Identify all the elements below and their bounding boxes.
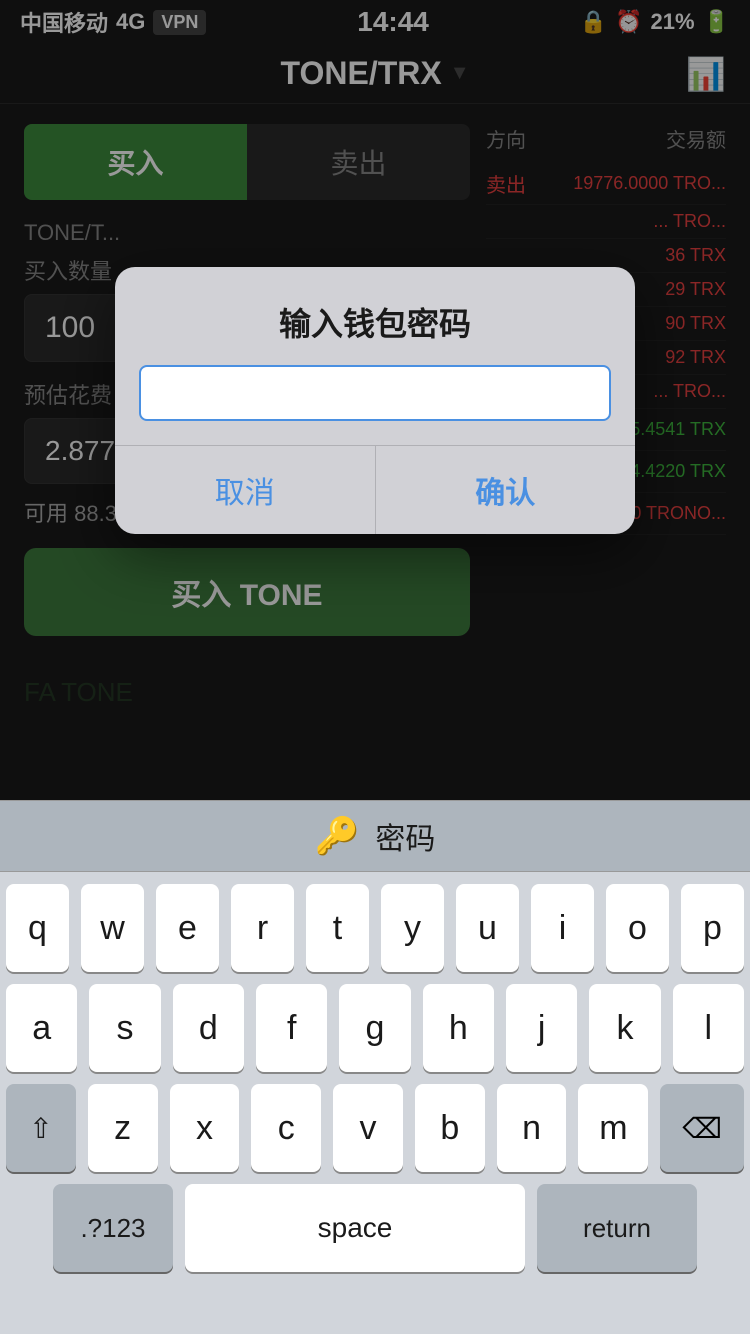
key-v[interactable]: v	[333, 1084, 403, 1172]
key-d[interactable]: d	[173, 984, 244, 1072]
dialog-title: 输入钱包密码	[145, 299, 605, 345]
backspace-key[interactable]: ⌫	[660, 1084, 744, 1172]
key-r[interactable]: r	[231, 884, 294, 972]
key-icon: 🔑	[315, 815, 360, 857]
num-key[interactable]: .?123	[53, 1184, 173, 1272]
keyboard-rows: q w e r t y u i o p a s d f g h j k	[0, 872, 750, 1292]
key-n[interactable]: n	[497, 1084, 567, 1172]
key-j[interactable]: j	[506, 984, 577, 1072]
key-s[interactable]: s	[89, 984, 160, 1072]
cancel-button[interactable]: 取消	[115, 446, 376, 534]
key-k[interactable]: k	[589, 984, 660, 1072]
password-dialog: 输入钱包密码 取消 确认	[115, 267, 635, 534]
dialog-title-area: 输入钱包密码	[115, 267, 635, 365]
keyboard-row-2: a s d f g h j k l	[6, 984, 744, 1072]
keyboard-row-3: ⇧ z x c v b n m ⌫	[6, 1084, 744, 1172]
return-key[interactable]: return	[537, 1184, 697, 1272]
dialog-overlay: 输入钱包密码 取消 确认	[0, 0, 750, 800]
shift-key[interactable]: ⇧	[6, 1084, 76, 1172]
key-a[interactable]: a	[6, 984, 77, 1072]
keyboard-row-4: .?123 space return	[6, 1184, 744, 1272]
key-b[interactable]: b	[415, 1084, 485, 1172]
dialog-buttons: 取消 确认	[115, 445, 635, 534]
keyboard-area: 🔑 密码 q w e r t y u i o p a s d	[0, 800, 750, 1334]
key-y[interactable]: y	[381, 884, 444, 972]
key-t[interactable]: t	[306, 884, 369, 972]
key-p[interactable]: p	[681, 884, 744, 972]
keyboard-toolbar: 🔑 密码	[0, 800, 750, 872]
space-key[interactable]: space	[185, 1184, 525, 1272]
dialog-input-wrapper[interactable]	[139, 365, 611, 421]
key-u[interactable]: u	[456, 884, 519, 972]
password-input[interactable]	[157, 377, 593, 409]
key-z[interactable]: z	[88, 1084, 158, 1172]
key-o[interactable]: o	[606, 884, 669, 972]
key-g[interactable]: g	[339, 984, 410, 1072]
key-i[interactable]: i	[531, 884, 594, 972]
keyboard-row-1: q w e r t y u i o p	[6, 884, 744, 972]
key-h[interactable]: h	[423, 984, 494, 1072]
confirm-button[interactable]: 确认	[376, 446, 636, 534]
key-q[interactable]: q	[6, 884, 69, 972]
keyboard-toolbar-label: 密码	[375, 814, 435, 858]
key-f[interactable]: f	[256, 984, 327, 1072]
key-m[interactable]: m	[578, 1084, 648, 1172]
key-x[interactable]: x	[170, 1084, 240, 1172]
key-w[interactable]: w	[81, 884, 144, 972]
key-l[interactable]: l	[673, 984, 744, 1072]
key-e[interactable]: e	[156, 884, 219, 972]
key-c[interactable]: c	[251, 1084, 321, 1172]
